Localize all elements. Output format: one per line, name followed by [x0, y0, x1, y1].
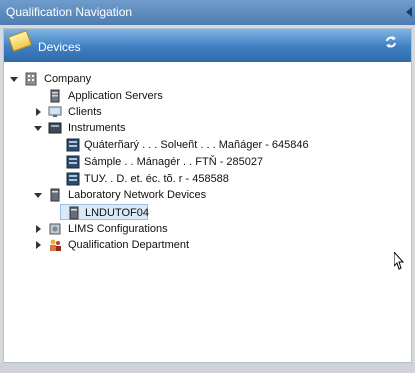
mouse-cursor-icon — [394, 252, 404, 270]
network-device-icon — [50, 188, 60, 202]
tree-label-clients: Clients — [68, 106, 102, 118]
bottom-edge — [0, 363, 415, 373]
tree-label-laboratory-network-devices: Laboratory Network Devices — [68, 189, 207, 201]
devices-header: Devices — [4, 29, 411, 62]
collapse-left-icon[interactable] — [406, 7, 412, 17]
refresh-icon[interactable] — [385, 36, 397, 48]
department-users-icon — [50, 239, 61, 251]
window-titlebar: Qualification Navigation — [0, 0, 415, 25]
server-icon — [50, 89, 60, 103]
window-title: Qualification Navigation — [6, 5, 133, 19]
tree-label-instrument-item: Quáterñarý . . . Solчeñt . . . Mañáger -… — [84, 139, 309, 151]
expand-toggle-icon[interactable] — [36, 108, 41, 116]
tree-label-instruments: Instruments — [68, 122, 126, 134]
tree-label-lnd-selected: LNDUTOF04 — [85, 207, 149, 219]
tree-label-instrument-item: TUУ. . D. et. éc. tõ. r - 458588 — [84, 173, 229, 185]
expand-toggle-icon[interactable] — [34, 193, 42, 198]
monitor-icon — [48, 106, 62, 117]
expand-toggle-icon[interactable] — [34, 126, 42, 131]
instrument-icon — [66, 138, 80, 152]
network-device-icon — [69, 206, 79, 220]
instrument-icon — [48, 122, 62, 134]
tree-row-lnd-selected[interactable]: LNDUTOF04 — [60, 204, 149, 220]
tree-label-application-servers: Application Servers — [68, 90, 163, 102]
expand-toggle-icon[interactable] — [36, 241, 41, 249]
instrument-icon — [66, 172, 80, 186]
devices-title: Devices — [38, 40, 81, 54]
instrument-icon — [66, 155, 80, 169]
folder-icon — [7, 30, 33, 52]
tree-label-qualification-department: Qualification Department — [68, 239, 190, 251]
expand-toggle-icon[interactable] — [10, 77, 18, 82]
devices-panel: Devices Company Application Servers Clie… — [3, 28, 412, 363]
tree-label-lims-configurations: LIMS Configurations — [68, 223, 168, 235]
tree-label-instrument-item: Sámple . . Mánagér . . FTŇ - 285027 — [84, 156, 264, 168]
tree-label-company: Company — [44, 73, 92, 85]
expand-toggle-icon[interactable] — [36, 225, 41, 233]
configuration-icon — [49, 223, 61, 235]
building-icon — [25, 72, 37, 86]
